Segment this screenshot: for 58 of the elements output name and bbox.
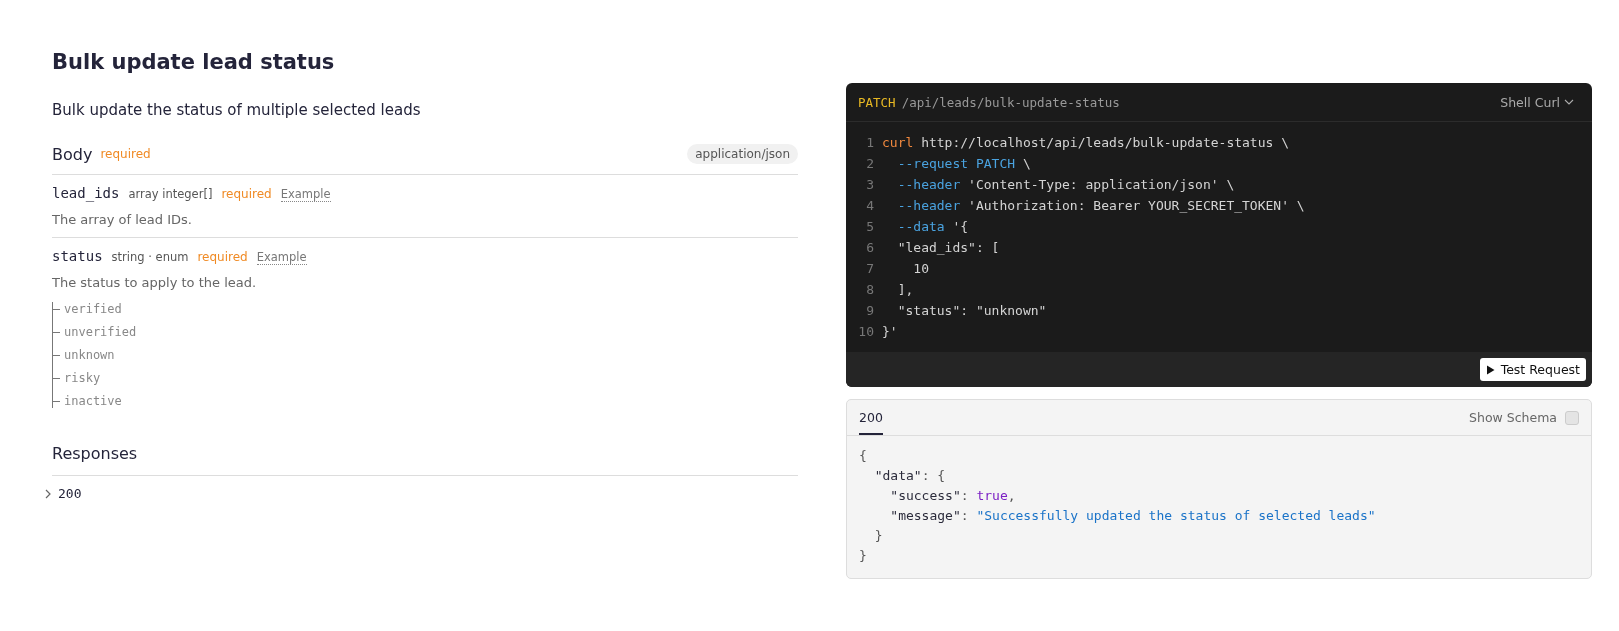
json-line: "data": { bbox=[873, 467, 947, 485]
content-type-badge: application/json bbox=[687, 144, 798, 164]
example-link[interactable]: Example bbox=[256, 250, 307, 265]
status-tab[interactable]: 200 bbox=[859, 401, 883, 435]
param-name: lead_ids bbox=[52, 185, 120, 201]
play-icon bbox=[1485, 364, 1495, 375]
show-schema-checkbox[interactable] bbox=[1565, 410, 1579, 425]
example-link[interactable]: Example bbox=[280, 187, 331, 202]
line-number: 9 bbox=[865, 302, 875, 320]
line-number: 7 bbox=[865, 260, 875, 278]
code-line: --data '{ bbox=[896, 218, 969, 236]
enum-value: unverified bbox=[64, 325, 137, 339]
required-label: required bbox=[100, 147, 151, 161]
line-number: 3 bbox=[865, 176, 875, 194]
json-line: } bbox=[859, 547, 868, 565]
code-line: --header 'Authorization: Bearer YOUR_SECRET_TOKEN' \ bbox=[896, 197, 1305, 215]
show-schema-label: Show Schema bbox=[1469, 410, 1557, 425]
enum-value: verified bbox=[64, 302, 122, 316]
line-number: 6 bbox=[865, 239, 875, 257]
enum-value: inactive bbox=[64, 394, 122, 408]
responses-heading: Responses bbox=[52, 444, 138, 463]
json-line: { bbox=[859, 447, 868, 465]
code-line: ], bbox=[896, 281, 914, 299]
line-number: 10 bbox=[857, 323, 875, 341]
enum-value: risky bbox=[64, 371, 101, 385]
code-line: --request PATCH \ bbox=[896, 155, 1031, 173]
language-dropdown[interactable]: Shell Curl bbox=[1494, 93, 1580, 111]
code-line: --header 'Content-Type: application/json' \ bbox=[896, 176, 1235, 194]
line-number: 8 bbox=[865, 281, 875, 299]
required-label: required bbox=[197, 250, 248, 264]
param-type: array integer[] bbox=[128, 187, 213, 201]
line-number: 1 bbox=[865, 134, 875, 152]
endpoint-path: /api/leads/bulk-update-status bbox=[901, 94, 1120, 110]
code-line: "status": "unknown" bbox=[896, 302, 1047, 320]
param-description: The status to apply to the lead. bbox=[52, 275, 258, 290]
chevron-icon bbox=[1564, 99, 1574, 105]
param-name: status bbox=[52, 248, 103, 264]
param-description: The array of lead IDs. bbox=[52, 212, 193, 227]
required-label: required bbox=[221, 187, 272, 201]
code-line: }' bbox=[882, 323, 898, 341]
enum-value: unknown bbox=[64, 348, 115, 362]
line-number: 4 bbox=[865, 197, 875, 215]
code-line: "lead_ids": [ bbox=[896, 239, 1000, 257]
endpoint-description: Bulk update the status of multiple selected leads bbox=[52, 101, 422, 119]
page-title: Bulk update lead status bbox=[52, 50, 336, 74]
chevron-icon bbox=[44, 488, 52, 499]
line-number: 5 bbox=[865, 218, 875, 236]
code-line: curl http://localhost/api/leads/bulk-update-status \ bbox=[882, 134, 1289, 152]
test-request-button[interactable]: Test Request bbox=[1479, 358, 1586, 381]
json-line: "success": true, bbox=[889, 487, 1017, 505]
json-line: "message": "Successfully updated the status of selected leads" bbox=[889, 507, 1377, 525]
json-line: } bbox=[873, 527, 884, 545]
body-heading: Body bbox=[52, 144, 93, 164]
http-method: PATCH bbox=[858, 94, 896, 110]
code-line: 10 bbox=[912, 260, 929, 278]
param-type: string · enum bbox=[111, 250, 189, 264]
response-item[interactable]: 200 bbox=[38, 476, 88, 502]
line-number: 2 bbox=[865, 155, 875, 173]
